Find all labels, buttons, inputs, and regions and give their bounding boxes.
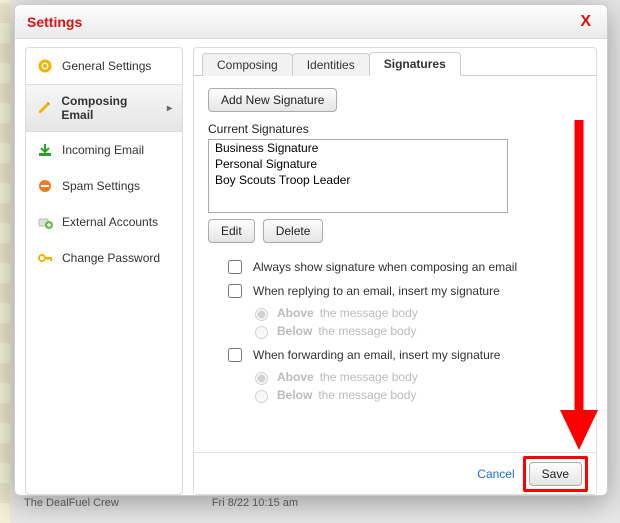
list-item[interactable]: Personal Signature xyxy=(209,156,507,172)
reply-position-group: Above the message body Below the message… xyxy=(250,305,582,339)
checkbox-always-show[interactable] xyxy=(228,260,242,274)
sidebar-item-general-settings[interactable]: General Settings xyxy=(26,48,182,84)
key-icon xyxy=(36,249,54,267)
inbox-icon xyxy=(36,141,54,159)
radio-label-bold: Above xyxy=(277,370,314,384)
checkbox-label: Always show signature when composing an … xyxy=(253,260,517,274)
sidebar-item-incoming-email[interactable]: Incoming Email xyxy=(26,132,182,168)
block-icon xyxy=(36,177,54,195)
tab-bar: Composing Identities Signatures xyxy=(194,48,596,76)
dialog-title: Settings xyxy=(27,14,576,30)
tab-content-signatures: Add New Signature Current Signatures Bus… xyxy=(194,76,596,452)
plus-icon xyxy=(36,213,54,231)
radio-label-rest: the message body xyxy=(318,324,416,338)
gear-icon xyxy=(36,57,54,75)
sidebar-item-label: Composing Email xyxy=(61,94,159,122)
bg-col-sender: The DealFuel Crew xyxy=(24,497,119,509)
signatures-listbox[interactable]: Business Signature Personal Signature Bo… xyxy=(208,139,508,213)
list-item[interactable]: Boy Scouts Troop Leader xyxy=(209,172,507,188)
forward-position-group: Above the message body Below the message… xyxy=(250,369,582,403)
checkbox-forward-insert[interactable] xyxy=(228,348,242,362)
sidebar-item-label: Incoming Email xyxy=(62,143,144,157)
pencil-icon xyxy=(36,99,53,117)
sidebar-item-external-accounts[interactable]: External Accounts xyxy=(26,204,182,240)
edit-button[interactable]: Edit xyxy=(208,219,255,243)
tab-identities[interactable]: Identities xyxy=(292,53,370,76)
checkbox-label: When replying to an email, insert my sig… xyxy=(253,284,500,298)
tab-composing[interactable]: Composing xyxy=(202,53,293,76)
radio-label-bold: Above xyxy=(277,306,314,320)
close-button[interactable]: X xyxy=(576,13,595,31)
radio-label-rest: the message body xyxy=(320,370,418,384)
cancel-link[interactable]: Cancel xyxy=(477,467,514,481)
radio-forward-above[interactable] xyxy=(255,372,268,385)
delete-button[interactable]: Delete xyxy=(263,219,324,243)
list-item[interactable]: Business Signature xyxy=(209,140,507,156)
radio-forward-below[interactable] xyxy=(255,390,268,403)
checkbox-label: When forwarding an email, insert my sign… xyxy=(253,348,500,362)
chevron-right-icon: ▸ xyxy=(167,103,172,114)
sidebar-item-change-password[interactable]: Change Password xyxy=(26,240,182,276)
bg-col-date: Fri 8/22 10:15 am xyxy=(212,497,298,509)
settings-sidebar: General Settings Composing Email ▸ Incom… xyxy=(25,47,183,495)
radio-label-rest: the message body xyxy=(318,388,416,402)
current-signatures-label: Current Signatures xyxy=(208,122,582,136)
radio-label-rest: the message body xyxy=(320,306,418,320)
settings-main-panel: Composing Identities Signatures Add New … xyxy=(193,47,597,495)
sidebar-item-label: External Accounts xyxy=(62,215,158,229)
background-strip xyxy=(0,0,10,523)
sidebar-item-label: Change Password xyxy=(62,251,160,265)
radio-reply-below[interactable] xyxy=(255,326,268,339)
radio-label-bold: Below xyxy=(277,324,312,338)
add-signature-button[interactable]: Add New Signature xyxy=(208,88,337,112)
settings-dialog: Settings X General Settings Composing Em… xyxy=(14,4,608,496)
tab-signatures[interactable]: Signatures xyxy=(369,52,461,76)
radio-reply-above[interactable] xyxy=(255,308,268,321)
background-mail-row: The DealFuel Crew Fri 8/22 10:15 am xyxy=(10,497,620,515)
sidebar-item-label: General Settings xyxy=(62,59,151,73)
dialog-titlebar: Settings X xyxy=(15,5,607,39)
save-button[interactable]: Save xyxy=(529,462,582,486)
radio-label-bold: Below xyxy=(277,388,312,402)
sidebar-item-composing-email[interactable]: Composing Email ▸ xyxy=(26,84,182,132)
sidebar-item-spam-settings[interactable]: Spam Settings xyxy=(26,168,182,204)
dialog-footer: Cancel Save xyxy=(194,452,596,494)
sidebar-item-label: Spam Settings xyxy=(62,179,140,193)
checkbox-reply-insert[interactable] xyxy=(228,284,242,298)
